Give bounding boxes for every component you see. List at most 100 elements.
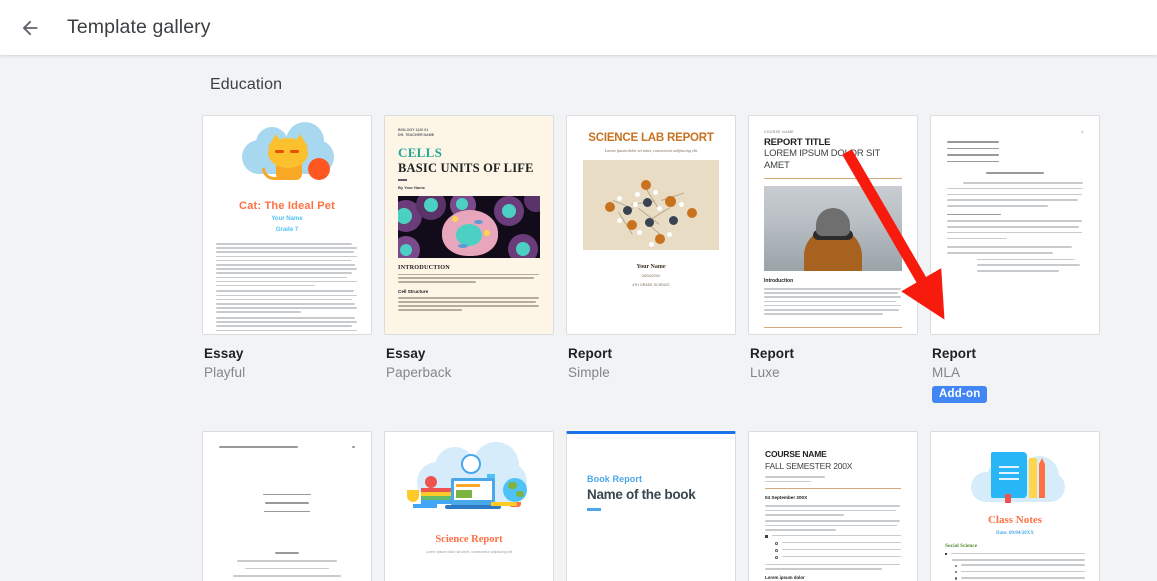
cat-with-yarn-ball-icon bbox=[216, 122, 358, 190]
preview-body-text bbox=[398, 273, 540, 284]
template-style: Luxe bbox=[750, 365, 780, 380]
template-name: Report bbox=[932, 346, 977, 361]
preview-title: REPORT TITLE bbox=[764, 137, 831, 148]
school-supplies-laptop-globe-icon bbox=[399, 442, 539, 524]
preview-kicker-line2: DR. TEACHER NAME bbox=[398, 133, 435, 137]
preview-title: Class Notes bbox=[987, 514, 1043, 526]
preview-running-head bbox=[219, 446, 355, 448]
preview-body-text-2 bbox=[398, 297, 540, 311]
addon-badge: Add-on bbox=[932, 386, 988, 403]
template-card[interactable]: BIOLOGY 1120 01 DR. TEACHER NAME CELLS B… bbox=[384, 115, 554, 403]
template-thumbnail-book-report[interactable]: Book Report Name of the book Your Name 0… bbox=[566, 431, 736, 581]
preview-date: 09/04/20XX bbox=[641, 274, 661, 278]
preview-subtitle-name: Your Name bbox=[271, 216, 303, 222]
template-card[interactable]: Class Notes Date: 09/04/20XX Social Scie… bbox=[930, 431, 1100, 581]
preview-heading-introduction: INTRODUCTION bbox=[398, 263, 450, 271]
template-name: Report bbox=[750, 346, 795, 361]
preview-document: Book Report Name of the book Your Name 0… bbox=[567, 434, 735, 581]
template-thumbnail-essay-playful[interactable]: Cat: The Ideal Pet Your Name Grade 7 bbox=[202, 115, 372, 335]
page-title: Template gallery bbox=[67, 16, 211, 38]
person-in-orange-jacket-photo bbox=[764, 186, 902, 271]
preview-heading: Introduction bbox=[764, 278, 794, 284]
preview-body-text bbox=[216, 243, 358, 334]
app-header: Template gallery bbox=[0, 0, 1157, 55]
template-meta: Report MLA Add-on bbox=[930, 335, 1100, 403]
template-thumbnail-science-report[interactable]: Science Report Lorem ipsum dolor sit ame… bbox=[384, 431, 554, 581]
preview-title: Cat: The Ideal Pet bbox=[239, 200, 335, 212]
template-thumbnail-syllabus[interactable]: COURSE NAME FALL SEMESTER 200X 04 Septem… bbox=[748, 431, 918, 581]
preview-title-line bbox=[986, 172, 1044, 174]
preview-date: Date: 09/04/20XX bbox=[996, 531, 1034, 536]
preview-document: COURSE NAME REPORT TITLE LOREM IPSUM DOL… bbox=[749, 116, 917, 334]
back-button[interactable] bbox=[10, 8, 50, 48]
preview-title: Name of the book bbox=[587, 487, 696, 502]
template-style: Playful bbox=[204, 365, 246, 380]
preview-document: 1 bbox=[931, 116, 1099, 334]
template-card[interactable]: Book Report Name of the book Your Name 0… bbox=[566, 431, 736, 581]
preview-author-note bbox=[219, 552, 355, 581]
preview-document: Science Report Lorem ipsum dolor sit ame… bbox=[385, 432, 553, 581]
template-meta: Essay Playful bbox=[202, 335, 372, 382]
preview-header-fields bbox=[947, 141, 1083, 163]
template-name: Essay bbox=[204, 346, 244, 361]
template-grid: Cat: The Ideal Pet Your Name Grade 7 Ess… bbox=[202, 115, 1132, 581]
preview-document bbox=[203, 432, 371, 581]
section-heading-education: Education bbox=[210, 76, 283, 93]
preview-title-block bbox=[219, 493, 355, 513]
preview-subtitle: BASIC UNITS OF LIFE bbox=[398, 161, 534, 175]
preview-kicker: COURSE NAME bbox=[764, 130, 794, 134]
preview-section-heading: Lorem ipsum dolor bbox=[765, 574, 805, 580]
template-name: Report bbox=[568, 346, 613, 361]
preview-document: Cat: The Ideal Pet Your Name Grade 7 bbox=[203, 116, 371, 334]
preview-author: Your Name bbox=[636, 264, 666, 270]
preview-subtitle: LOREM IPSUM DOLOR SIT AMET bbox=[764, 148, 880, 171]
preview-instructor-block bbox=[765, 476, 901, 483]
preview-title: SCIENCE LAB REPORT bbox=[588, 132, 714, 144]
preview-title: COURSE NAME bbox=[765, 449, 827, 459]
cell-microscopy-image bbox=[398, 195, 540, 258]
template-thumbnail-report-luxe[interactable]: COURSE NAME REPORT TITLE LOREM IPSUM DOL… bbox=[748, 115, 918, 335]
molecule-diagram-icon bbox=[583, 160, 719, 250]
preview-page-number: 1 bbox=[1081, 130, 1083, 134]
template-thumbnail-report-simple[interactable]: SCIENCE LAB REPORT Lorem ipsum dolor sit… bbox=[566, 115, 736, 335]
template-card[interactable]: 1 Report MLA Add-on bbox=[930, 115, 1100, 403]
preview-subtitle-grade: Grade 7 bbox=[275, 227, 299, 233]
preview-course: 4TH GRADE SCIENCE bbox=[632, 283, 670, 287]
preview-section-social-science: Social Science bbox=[945, 543, 978, 549]
template-card[interactable]: COURSE NAME REPORT TITLE LOREM IPSUM DOL… bbox=[748, 115, 918, 403]
preview-date: 04 September 200X bbox=[765, 495, 808, 501]
preview-document: BIOLOGY 1120 01 DR. TEACHER NAME CELLS B… bbox=[385, 116, 553, 334]
preview-body-text bbox=[764, 288, 902, 315]
template-thumbnail-apa[interactable] bbox=[202, 431, 372, 581]
template-name: Essay bbox=[386, 346, 426, 361]
template-thumbnail-report-mla[interactable]: 1 bbox=[930, 115, 1100, 335]
preview-byline: By Your Name bbox=[398, 184, 425, 190]
preview-subtitle: Lorem ipsum dolor sit amet, consectetur … bbox=[425, 550, 513, 554]
template-style: Simple bbox=[568, 365, 610, 380]
preview-document: SCIENCE LAB REPORT Lorem ipsum dolor sit… bbox=[567, 116, 735, 334]
blue-notebook-ruler-pencil-icon bbox=[945, 446, 1085, 508]
template-card[interactable]: COURSE NAME FALL SEMESTER 200X 04 Septem… bbox=[748, 431, 918, 581]
template-card[interactable]: SCIENCE LAB REPORT Lorem ipsum dolor sit… bbox=[566, 115, 736, 403]
preview-body-text bbox=[947, 181, 1083, 272]
preview-subtitle: FALL SEMESTER 200X bbox=[765, 461, 853, 471]
template-card[interactable]: Science Report Lorem ipsum dolor sit ame… bbox=[384, 431, 554, 581]
template-meta: Essay Paperback bbox=[384, 335, 554, 382]
template-card[interactable] bbox=[202, 431, 372, 581]
template-card[interactable]: Cat: The Ideal Pet Your Name Grade 7 Ess… bbox=[202, 115, 372, 403]
template-gallery-page: Template gallery Education Cat: The Idea… bbox=[0, 0, 1157, 581]
preview-heading-cell-structure: Cell Structure bbox=[398, 289, 429, 295]
template-thumbnail-essay-paperback[interactable]: BIOLOGY 1120 01 DR. TEACHER NAME CELLS B… bbox=[384, 115, 554, 335]
template-style: MLA bbox=[932, 365, 961, 380]
preview-document: Class Notes Date: 09/04/20XX Social Scie… bbox=[931, 432, 1099, 581]
preview-title: Science Report bbox=[435, 534, 503, 545]
preview-body-text-2 bbox=[765, 563, 901, 570]
preview-subtitle: Lorem ipsum dolor sit amet, consectetur … bbox=[604, 148, 698, 153]
preview-document: COURSE NAME FALL SEMESTER 200X 04 Septem… bbox=[749, 432, 917, 581]
template-style: Paperback bbox=[386, 365, 452, 380]
template-meta: Report Simple bbox=[566, 335, 736, 382]
preview-title: CELLS bbox=[398, 145, 443, 160]
preview-kicker: Book Report bbox=[587, 474, 643, 484]
gallery-scroll-area[interactable]: Education Cat: The Ideal Pet Your Name G… bbox=[0, 55, 1157, 581]
template-thumbnail-class-notes[interactable]: Class Notes Date: 09/04/20XX Social Scie… bbox=[930, 431, 1100, 581]
